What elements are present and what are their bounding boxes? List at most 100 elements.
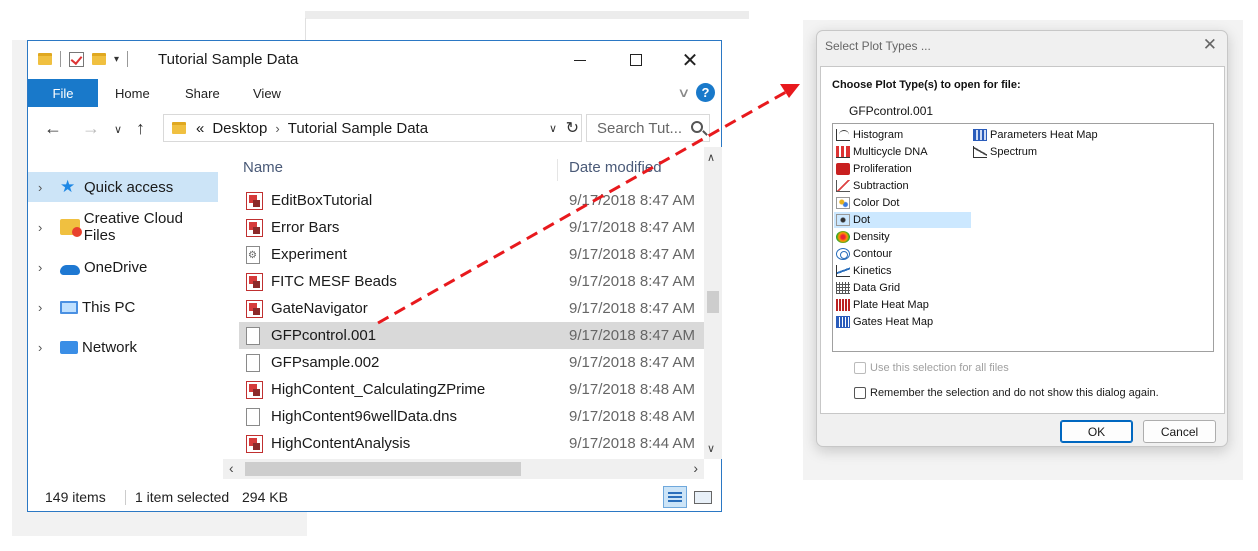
plot-type-dot-selected[interactable]: Dot xyxy=(834,212,971,228)
maximize-icon xyxy=(630,54,642,66)
new-folder-icon[interactable] xyxy=(92,53,106,65)
file-name: GateNavigator xyxy=(271,300,368,317)
plot-type-proliferation[interactable]: Proliferation xyxy=(834,161,912,177)
file-row-selected[interactable]: GFPcontrol.001 9/17/2018 8:47 AM xyxy=(239,322,704,349)
plot-type-density[interactable]: Density xyxy=(834,229,890,245)
recent-locations-chevron-icon[interactable]: ∨ xyxy=(114,123,122,136)
folder-icon xyxy=(38,53,52,65)
column-header-date-modified[interactable]: Date modified xyxy=(569,159,662,179)
expand-ribbon-chevron-icon[interactable]: ∨ xyxy=(678,85,691,101)
plot-type-contour[interactable]: Contour xyxy=(834,246,892,262)
tab-home[interactable]: Home xyxy=(115,79,150,107)
file-explorer-window: ▾ Tutorial Sample Data ✕ File Home Share… xyxy=(27,40,722,512)
plot-type-gates-heat-map[interactable]: Gates Heat Map xyxy=(834,314,933,330)
expand-chevron-icon[interactable]: › xyxy=(38,260,52,275)
close-button[interactable]: ✕ xyxy=(667,47,713,73)
dialog-close-icon[interactable]: ✕ xyxy=(1203,35,1217,55)
file-row[interactable]: Experiment 9/17/2018 8:47 AM xyxy=(239,241,704,268)
address-dropdown-icon[interactable]: ∨ xyxy=(549,122,557,135)
expand-chevron-icon[interactable]: › xyxy=(38,180,52,195)
scroll-thumb[interactable] xyxy=(707,291,719,313)
file-date: 9/17/2018 8:44 AM xyxy=(569,435,695,452)
file-row[interactable]: HighContent96wellData.dns 9/17/2018 8:48… xyxy=(239,403,704,430)
remember-selection-checkbox-row[interactable]: Remember the selection and do not show t… xyxy=(854,387,1159,399)
properties-check-icon[interactable] xyxy=(69,51,84,67)
plot-type-data-grid[interactable]: Data Grid xyxy=(834,280,900,296)
file-row[interactable]: HighContent_CalculatingZPrime 9/17/2018 … xyxy=(239,376,704,403)
plot-type-color-dot[interactable]: Color Dot xyxy=(834,195,899,211)
file-row[interactable]: EditBoxTutorial 9/17/2018 8:47 AM xyxy=(239,187,704,214)
plot-type-label: Kinetics xyxy=(853,265,892,277)
breadcrumb-separator-icon[interactable]: › xyxy=(275,121,279,136)
nav-item-onedrive[interactable]: › OneDrive xyxy=(28,252,218,282)
maximize-button[interactable] xyxy=(613,47,659,73)
file-row[interactable]: FITC MESF Beads 9/17/2018 8:47 AM xyxy=(239,268,704,295)
remember-selection-checkbox[interactable] xyxy=(854,387,866,399)
column-divider[interactable] xyxy=(557,159,558,181)
search-placeholder: Search Tut... xyxy=(597,119,683,137)
kinetics-icon xyxy=(836,265,850,277)
nav-item-label: Quick access xyxy=(84,178,174,196)
nav-item-this-pc[interactable]: › This PC xyxy=(28,292,218,322)
plot-type-subtraction[interactable]: Subtraction xyxy=(834,178,909,194)
horizontal-scrollbar[interactable]: ‹ › xyxy=(223,459,704,479)
plot-type-plate-heat-map[interactable]: Plate Heat Map xyxy=(834,297,929,313)
tab-share[interactable]: Share xyxy=(185,79,220,107)
app-icon xyxy=(246,299,263,318)
plot-type-label: Proliferation xyxy=(853,163,912,175)
scroll-left-chevron-icon[interactable]: ‹ xyxy=(229,460,234,476)
large-icons-view-icon[interactable] xyxy=(691,486,713,508)
plot-type-spectrum[interactable]: Spectrum xyxy=(971,144,1037,160)
breadcrumb-current-folder[interactable]: Tutorial Sample Data xyxy=(288,120,428,137)
breadcrumb-desktop[interactable]: Desktop xyxy=(212,120,267,137)
tab-view[interactable]: View xyxy=(253,79,281,107)
refresh-icon[interactable]: ↻ xyxy=(566,118,579,138)
forward-arrow-icon[interactable]: → xyxy=(82,118,100,139)
plot-type-label: Color Dot xyxy=(853,197,900,209)
minimize-button[interactable] xyxy=(557,47,603,73)
nav-item-creative-cloud-files[interactable]: › Creative Cloud Files xyxy=(28,210,218,244)
nav-item-network[interactable]: › Network xyxy=(28,332,218,362)
file-row[interactable]: GFPsample.002 9/17/2018 8:47 AM xyxy=(239,349,704,376)
help-icon[interactable]: ? xyxy=(696,83,715,102)
file-row[interactable]: GateNavigator 9/17/2018 8:47 AM xyxy=(239,295,704,322)
up-arrow-icon[interactable]: ↑ xyxy=(136,118,145,139)
scroll-thumb[interactable] xyxy=(245,462,521,476)
expand-chevron-icon[interactable]: › xyxy=(38,300,52,315)
expand-chevron-icon[interactable]: › xyxy=(38,220,52,235)
plot-type-label: Plate Heat Map xyxy=(853,299,929,311)
use-selection-for-all-checkbox-row: Use this selection for all files xyxy=(854,362,1009,374)
details-view-icon[interactable] xyxy=(663,486,687,508)
column-header-name[interactable]: Name xyxy=(243,159,283,179)
nav-item-label: This PC xyxy=(82,298,136,316)
contour-icon xyxy=(836,248,850,260)
nav-item-quick-access[interactable]: › ★ Quick access xyxy=(28,172,218,202)
file-name: HighContent_CalculatingZPrime xyxy=(271,381,486,398)
window-title: Tutorial Sample Data xyxy=(158,51,299,68)
address-bar[interactable]: « Desktop › Tutorial Sample Data ∨ ↻ xyxy=(163,114,582,142)
ok-button[interactable]: OK xyxy=(1060,420,1133,443)
tab-file[interactable]: File xyxy=(28,79,98,107)
cancel-button[interactable]: Cancel xyxy=(1143,420,1216,443)
search-input[interactable]: Search Tut... xyxy=(586,114,710,142)
nav-item-label: Network xyxy=(82,338,138,356)
checkbox-label: Use this selection for all files xyxy=(870,362,1009,374)
breadcrumb-overflow[interactable]: « xyxy=(196,120,204,137)
background-shadow xyxy=(12,40,28,536)
plot-type-list[interactable]: Histogram Multicycle DNA Proliferation S… xyxy=(832,123,1214,352)
vertical-scrollbar[interactable]: ∧ ∨ xyxy=(704,147,722,459)
file-row[interactable]: HighContentAnalysis 9/17/2018 8:44 AM xyxy=(239,430,704,457)
plot-type-parameters-heat-map[interactable]: Parameters Heat Map xyxy=(971,127,1098,143)
back-arrow-icon[interactable]: ← xyxy=(44,118,62,139)
file-row[interactable]: Error Bars 9/17/2018 8:47 AM xyxy=(239,214,704,241)
color-dot-icon xyxy=(836,197,850,209)
customize-toolbar-dropdown-icon[interactable]: ▾ xyxy=(114,54,119,65)
scroll-right-chevron-icon[interactable]: › xyxy=(693,460,698,476)
plot-type-kinetics[interactable]: Kinetics xyxy=(834,263,892,279)
scroll-down-chevron-icon[interactable]: ∨ xyxy=(707,442,715,455)
scroll-up-chevron-icon[interactable]: ∧ xyxy=(707,151,715,164)
dialog-heading: Choose Plot Type(s) to open for file: xyxy=(832,79,1021,91)
plot-type-histogram[interactable]: Histogram xyxy=(834,127,903,143)
expand-chevron-icon[interactable]: › xyxy=(38,340,52,355)
plot-type-multicycle-dna[interactable]: Multicycle DNA xyxy=(834,144,928,160)
